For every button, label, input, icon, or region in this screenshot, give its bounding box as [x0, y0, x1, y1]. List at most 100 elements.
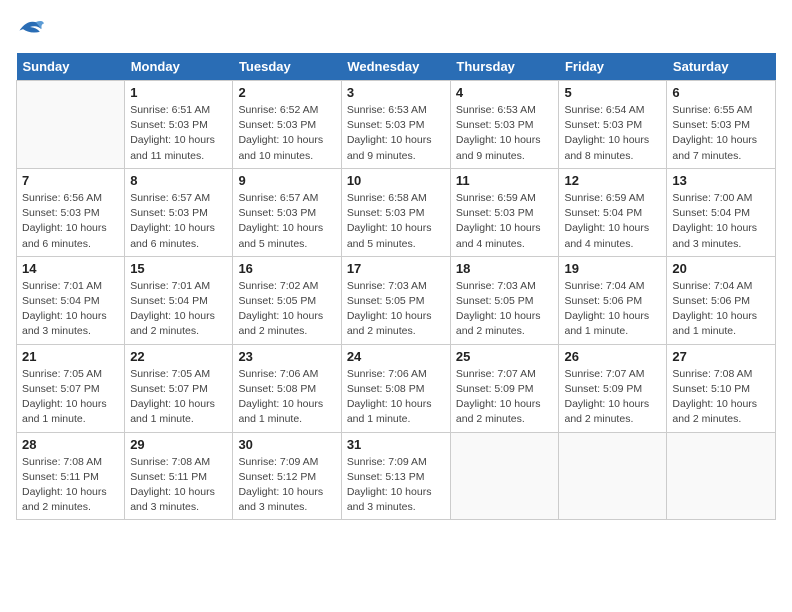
logo-icon [16, 16, 44, 43]
calendar-cell [17, 81, 125, 169]
day-info: Sunrise: 7:04 AM Sunset: 5:06 PM Dayligh… [564, 279, 661, 340]
day-info: Sunrise: 7:08 AM Sunset: 5:11 PM Dayligh… [130, 455, 227, 516]
calendar-header-row: SundayMondayTuesdayWednesdayThursdayFrid… [17, 53, 776, 81]
day-info: Sunrise: 6:59 AM Sunset: 5:04 PM Dayligh… [564, 191, 661, 252]
day-number: 11 [456, 173, 554, 188]
calendar-header-wednesday: Wednesday [341, 53, 450, 81]
calendar-cell: 21 Sunrise: 7:05 AM Sunset: 5:07 PM Dayli… [17, 344, 125, 432]
page-header [16, 16, 776, 43]
day-info: Sunrise: 7:08 AM Sunset: 5:10 PM Dayligh… [672, 367, 770, 428]
day-number: 22 [130, 349, 227, 364]
day-info: Sunrise: 7:05 AM Sunset: 5:07 PM Dayligh… [130, 367, 227, 428]
calendar-week-row: 1 Sunrise: 6:51 AM Sunset: 5:03 PM Daylig… [17, 81, 776, 169]
day-info: Sunrise: 6:52 AM Sunset: 5:03 PM Dayligh… [238, 103, 335, 164]
day-info: Sunrise: 7:02 AM Sunset: 5:05 PM Dayligh… [238, 279, 335, 340]
day-number: 17 [347, 261, 445, 276]
day-info: Sunrise: 7:00 AM Sunset: 5:04 PM Dayligh… [672, 191, 770, 252]
calendar-header-tuesday: Tuesday [233, 53, 341, 81]
calendar-cell: 4Sunrise: 6:53 AM Sunset: 5:03 PM Daylig… [450, 81, 559, 169]
day-info: Sunrise: 7:01 AM Sunset: 5:04 PM Dayligh… [130, 279, 227, 340]
calendar-header-friday: Friday [559, 53, 667, 81]
calendar-cell: 25Sunrise: 7:07 AM Sunset: 5:09 PM Dayli… [450, 344, 559, 432]
day-info: Sunrise: 6:51 AM Sunset: 5:03 PM Dayligh… [130, 103, 227, 164]
calendar-cell: 11 Sunrise: 6:59 AM Sunset: 5:03 PM Dayli… [450, 168, 559, 256]
calendar-cell: 8 Sunrise: 6:57 AM Sunset: 5:03 PM Daylig… [125, 168, 233, 256]
day-info: Sunrise: 6:53 AM Sunset: 5:03 PM Dayligh… [347, 103, 445, 164]
day-info: Sunrise: 6:54 AM Sunset: 5:03 PM Dayligh… [564, 103, 661, 164]
day-info: Sunrise: 6:56 AM Sunset: 5:03 PM Dayligh… [22, 191, 119, 252]
calendar-cell: 29Sunrise: 7:08 AM Sunset: 5:11 PM Dayli… [125, 432, 233, 520]
calendar-table: SundayMondayTuesdayWednesdayThursdayFrid… [16, 53, 776, 520]
day-number: 20 [672, 261, 770, 276]
calendar-cell: 2 Sunrise: 6:52 AM Sunset: 5:03 PM Daylig… [233, 81, 341, 169]
day-info: Sunrise: 6:57 AM Sunset: 5:03 PM Dayligh… [130, 191, 227, 252]
day-info: Sunrise: 7:09 AM Sunset: 5:12 PM Dayligh… [238, 455, 335, 516]
day-number: 24 [347, 349, 445, 364]
day-number: 13 [672, 173, 770, 188]
calendar-cell: 5 Sunrise: 6:54 AM Sunset: 5:03 PM Daylig… [559, 81, 667, 169]
day-info: Sunrise: 7:09 AM Sunset: 5:13 PM Dayligh… [347, 455, 445, 516]
calendar-cell: 26Sunrise: 7:07 AM Sunset: 5:09 PM Dayli… [559, 344, 667, 432]
calendar-cell: 9 Sunrise: 6:57 AM Sunset: 5:03 PM Daylig… [233, 168, 341, 256]
calendar-cell: 14 Sunrise: 7:01 AM Sunset: 5:04 PM Dayli… [17, 256, 125, 344]
day-number: 7 [22, 173, 119, 188]
day-info: Sunrise: 7:05 AM Sunset: 5:07 PM Dayligh… [22, 367, 119, 428]
calendar-week-row: 14 Sunrise: 7:01 AM Sunset: 5:04 PM Dayli… [17, 256, 776, 344]
day-number: 6 [672, 85, 770, 100]
day-number: 5 [564, 85, 661, 100]
day-number: 10 [347, 173, 445, 188]
calendar-cell: 30 Sunrise: 7:09 AM Sunset: 5:12 PM Dayli… [233, 432, 341, 520]
day-number: 9 [238, 173, 335, 188]
day-number: 4 [456, 85, 554, 100]
day-number: 1 [130, 85, 227, 100]
calendar-cell [559, 432, 667, 520]
day-number: 26 [564, 349, 661, 364]
calendar-header-sunday: Sunday [17, 53, 125, 81]
calendar-cell: 12 Sunrise: 6:59 AM Sunset: 5:04 PM Dayli… [559, 168, 667, 256]
calendar-cell: 27 Sunrise: 7:08 AM Sunset: 5:10 PM Dayli… [667, 344, 776, 432]
calendar-cell: 15 Sunrise: 7:01 AM Sunset: 5:04 PM Dayli… [125, 256, 233, 344]
day-number: 2 [238, 85, 335, 100]
day-info: Sunrise: 7:01 AM Sunset: 5:04 PM Dayligh… [22, 279, 119, 340]
day-number: 28 [22, 437, 119, 452]
day-info: Sunrise: 6:55 AM Sunset: 5:03 PM Dayligh… [672, 103, 770, 164]
calendar-header-saturday: Saturday [667, 53, 776, 81]
day-info: Sunrise: 6:57 AM Sunset: 5:03 PM Dayligh… [238, 191, 335, 252]
calendar-cell: 18 Sunrise: 7:03 AM Sunset: 5:05 PM Dayli… [450, 256, 559, 344]
day-info: Sunrise: 6:58 AM Sunset: 5:03 PM Dayligh… [347, 191, 445, 252]
day-number: 15 [130, 261, 227, 276]
logo [16, 16, 48, 43]
day-number: 23 [238, 349, 335, 364]
day-info: Sunrise: 7:03 AM Sunset: 5:05 PM Dayligh… [456, 279, 554, 340]
calendar-cell: 16 Sunrise: 7:02 AM Sunset: 5:05 PM Dayli… [233, 256, 341, 344]
calendar-cell: 17 Sunrise: 7:03 AM Sunset: 5:05 PM Dayli… [341, 256, 450, 344]
calendar-cell [450, 432, 559, 520]
day-number: 16 [238, 261, 335, 276]
day-number: 3 [347, 85, 445, 100]
day-number: 27 [672, 349, 770, 364]
calendar-cell: 28 Sunrise: 7:08 AM Sunset: 5:11 PM Dayli… [17, 432, 125, 520]
day-number: 21 [22, 349, 119, 364]
calendar-week-row: 28 Sunrise: 7:08 AM Sunset: 5:11 PM Dayli… [17, 432, 776, 520]
day-number: 30 [238, 437, 335, 452]
calendar-week-row: 21 Sunrise: 7:05 AM Sunset: 5:07 PM Dayli… [17, 344, 776, 432]
calendar-cell: 10 Sunrise: 6:58 AM Sunset: 5:03 PM Dayli… [341, 168, 450, 256]
day-info: Sunrise: 7:06 AM Sunset: 5:08 PM Dayligh… [347, 367, 445, 428]
day-info: Sunrise: 7:06 AM Sunset: 5:08 PM Dayligh… [238, 367, 335, 428]
day-info: Sunrise: 7:07 AM Sunset: 5:09 PM Dayligh… [456, 367, 554, 428]
calendar-cell: 3 Sunrise: 6:53 AM Sunset: 5:03 PM Daylig… [341, 81, 450, 169]
day-number: 18 [456, 261, 554, 276]
calendar-week-row: 7 Sunrise: 6:56 AM Sunset: 5:03 PM Daylig… [17, 168, 776, 256]
day-number: 8 [130, 173, 227, 188]
day-number: 14 [22, 261, 119, 276]
calendar-cell: 7 Sunrise: 6:56 AM Sunset: 5:03 PM Daylig… [17, 168, 125, 256]
day-number: 31 [347, 437, 445, 452]
calendar-cell: 20Sunrise: 7:04 AM Sunset: 5:06 PM Dayli… [667, 256, 776, 344]
calendar-cell: 13 Sunrise: 7:00 AM Sunset: 5:04 PM Dayli… [667, 168, 776, 256]
day-info: Sunrise: 6:59 AM Sunset: 5:03 PM Dayligh… [456, 191, 554, 252]
day-number: 12 [564, 173, 661, 188]
day-info: Sunrise: 7:08 AM Sunset: 5:11 PM Dayligh… [22, 455, 119, 516]
calendar-header-monday: Monday [125, 53, 233, 81]
day-info: Sunrise: 7:03 AM Sunset: 5:05 PM Dayligh… [347, 279, 445, 340]
calendar-cell [667, 432, 776, 520]
